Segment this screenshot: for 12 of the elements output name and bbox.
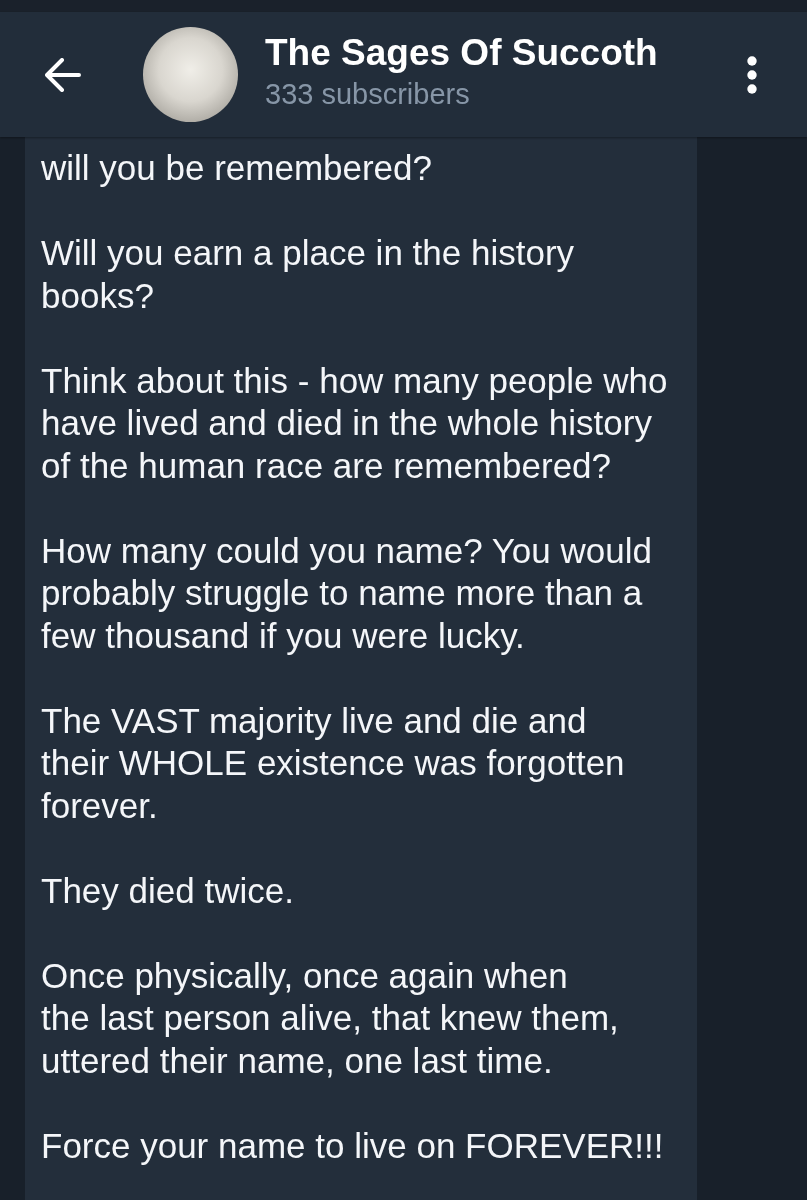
message-paragraph: Will you earn a place in the history books? (41, 232, 575, 317)
message-paragraph: They died twice. (41, 869, 294, 912)
message-paragraph: Think about this - how many people who have lived and died in the whole history of the human race are remembered? (41, 359, 668, 487)
message-paragraph: How many could you name? You would probably struggle to name more than a few thousand if you were lucky. (41, 529, 652, 657)
message-paragraph: Once physically, once again when the last person alive, that knew them, uttered their name, one last time. (41, 954, 619, 1082)
message-paragraph: Force your name to live on FOREVER!!! (41, 1124, 664, 1167)
subscriber-count: 333 subscribers (265, 76, 471, 111)
more-options-icon (747, 55, 757, 94)
message-paragraph: will you be remembered? (41, 147, 432, 189)
channel-title: The Sages Of Succoth (265, 30, 659, 75)
back-arrow-icon (45, 57, 81, 92)
message-paragraph: The VAST majority live and die and their WHOLE existence was forgotten forever. (41, 699, 625, 827)
